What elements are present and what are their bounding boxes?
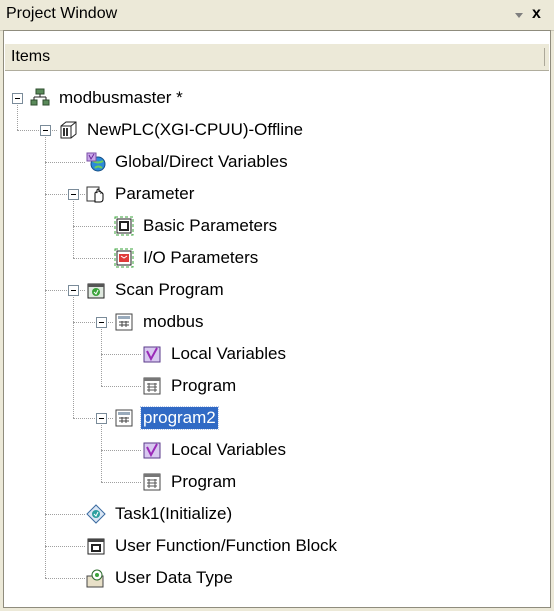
function-block-icon [86,536,106,556]
tree-connector [73,199,74,258]
tree-connector [101,327,102,386]
window-title: Project Window [6,5,118,22]
tree-node-scan-program[interactable]: Scan Program [86,277,226,303]
basic-parameters-icon [114,216,134,236]
tree-node-label: Scan Program [115,280,224,299]
tree-node-label: program2 [140,406,219,430]
tree-connector [101,450,141,451]
tree-connector [17,130,57,131]
tree-node-user-dt[interactable]: User Data Type [86,565,235,591]
tree-node-program2-local-vars[interactable]: Local Variables [142,437,288,463]
tree-node-modbus-local-vars[interactable]: Local Variables [142,341,288,367]
tree-connector [73,322,113,323]
program-block-icon [114,312,134,332]
tree-node-label: Basic Parameters [143,216,278,235]
tree-connector [101,386,141,387]
tree-connector [45,546,85,547]
network-icon [30,88,50,108]
scan-program-icon [86,280,106,300]
tree-node-label: Program [171,376,237,395]
tree-connector [17,103,18,130]
tree-node-modbusmaster[interactable]: modbusmaster * [30,85,185,111]
pin-dropdown-icon[interactable] [512,9,526,21]
tree-node-label: Global/Direct Variables [115,152,288,171]
project-tree-panel: Items modbusmaster * NewPLC(XGI-CPUU)-Off… [3,30,551,608]
tree-node-label: User Data Type [115,568,233,587]
tree-node-label: Task1(Initialize) [115,504,233,523]
tree-connector [73,418,113,419]
collapse-toggle[interactable] [68,189,79,200]
tree-connector [101,354,141,355]
tree-node-label: Program [171,472,237,491]
collapse-toggle[interactable] [96,317,107,328]
task-icon [86,504,106,524]
program-ladder-icon [142,376,162,396]
tree-connector [73,226,113,227]
local-variables-icon [142,344,162,364]
tree-node-user-fb[interactable]: User Function/Function Block [86,533,339,559]
tree-node-io-params[interactable]: I/O Parameters [114,245,260,271]
tree-connector [45,290,85,291]
tree-connector [101,423,102,482]
program-block-icon [114,408,134,428]
title-bar: Project Window x [0,0,554,31]
tree-node-label: I/O Parameters [143,248,259,267]
tree-node-label: Parameter [115,184,195,203]
tree-connector [73,295,74,418]
tree-connector [45,194,85,195]
tree-node-label: modbusmaster * [59,88,183,107]
tree-node-label: modbus [143,312,204,331]
collapse-toggle[interactable] [68,285,79,296]
tree-connector [45,578,85,579]
tree-node-modbus[interactable]: modbus [114,309,205,335]
global-variables-icon [86,152,106,172]
tree-node-program2-program[interactable]: Program [142,469,238,495]
tree-node-global-vars[interactable]: Global/Direct Variables [86,149,290,175]
tree-node-program2[interactable]: program2 [114,405,219,431]
tree-node-newplc[interactable]: NewPLC(XGI-CPUU)-Offline [58,117,305,143]
local-variables-icon [142,440,162,460]
tree-node-modbus-program[interactable]: Program [142,373,238,399]
tree-node-label: NewPLC(XGI-CPUU)-Offline [87,120,304,139]
tree-node-task1[interactable]: Task1(Initialize) [86,501,234,527]
tree-node-label: Local Variables [171,440,286,459]
plc-icon [58,120,78,140]
tree-connector [101,482,141,483]
collapse-toggle[interactable] [40,125,51,136]
tree-node-basic-params[interactable]: Basic Parameters [114,213,279,239]
parameter-hand-icon [86,184,106,204]
tree-node-parameter[interactable]: Parameter [86,181,196,207]
close-icon[interactable]: x [532,5,541,23]
tree-connector [73,258,113,259]
tree-connector [45,514,85,515]
tree-connector [45,135,46,578]
tree-node-label: User Function/Function Block [115,536,338,555]
collapse-toggle[interactable] [96,413,107,424]
tree-node-label: Local Variables [171,344,286,363]
tree-connector [45,162,85,163]
program-ladder-icon [142,472,162,492]
collapse-toggle[interactable] [12,93,23,104]
data-type-icon [86,568,106,588]
project-tree[interactable]: modbusmaster * NewPLC(XGI-CPUU)-Offline Gl… [4,31,550,607]
io-parameters-icon [114,248,134,268]
